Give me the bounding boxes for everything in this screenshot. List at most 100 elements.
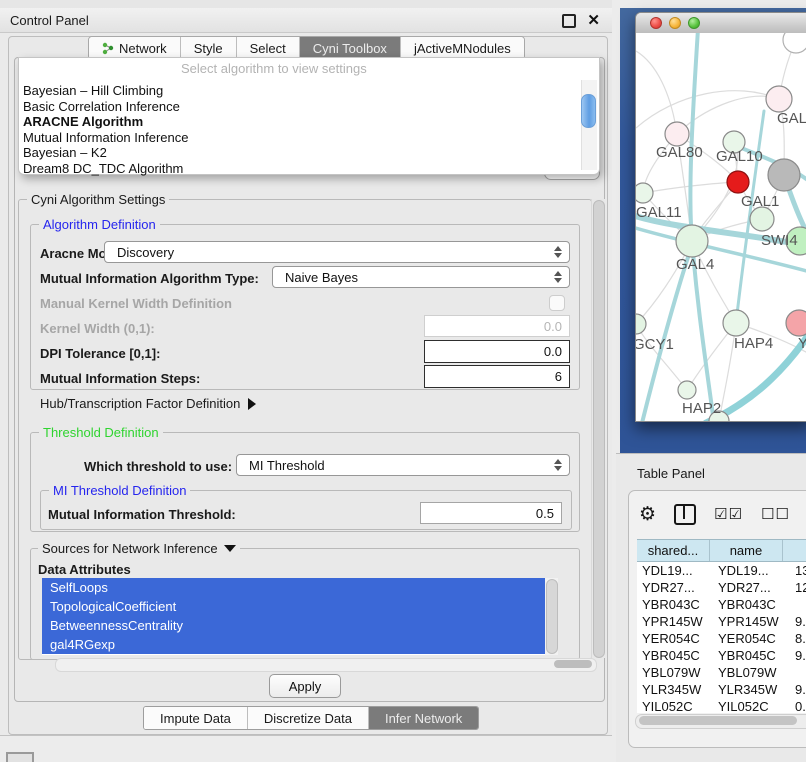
table-row[interactable]: YBL079WYBL079W [637,664,806,681]
node-gal1[interactable] [750,207,774,231]
mi-threshold-field[interactable]: 0.5 [420,502,562,524]
algorithm-option[interactable]: Dream8 DC_TDC Algorithm [23,161,579,177]
which-threshold-combo[interactable]: MI Threshold [236,454,570,476]
table-panel-title: Table Panel [637,466,705,481]
tab-impute-data[interactable]: Impute Data [144,707,248,729]
settings-vertical-scrollbar[interactable] [591,199,605,658]
settings-horizontal-scrollbar[interactable] [55,658,597,672]
algorithm-option-selected[interactable]: ARACNE Algorithm [23,114,579,130]
node-gal-pink[interactable] [766,86,792,112]
tab-infer-network[interactable]: Infer Network [369,707,478,729]
table-panel: Table Panel ⚙ ☑☑ ☐☐ shared... name YDL19… [616,453,806,762]
node-label: Y [798,335,806,352]
column-header-shared-name[interactable]: shared... [637,540,710,561]
network-window-titlebar[interactable] [636,13,806,34]
table-row[interactable]: YLR345WYLR345W9. [637,681,806,698]
node-gcy1[interactable] [636,314,646,334]
float-window-icon[interactable] [562,14,576,28]
algorithm-option[interactable]: Mutual Information Inference [23,130,579,146]
tab-network[interactable]: Network [89,37,181,59]
cyni-algorithm-settings-title: Cyni Algorithm Settings [27,192,169,207]
list-item[interactable]: gal4RGexp [42,635,545,654]
minimized-panel-icon[interactable] [6,752,34,762]
combo-stepper-icon [554,271,562,283]
control-panel-window: Control Panel ✕ Network [0,0,612,736]
node-label: HAP2 [682,400,721,417]
sources-group-title[interactable]: Sources for Network Inference [38,541,240,556]
aracne-mode-combo[interactable]: Discovery [104,241,570,263]
select-all-icon[interactable]: ☑☑ [714,505,743,523]
node-label: GAL1 [741,193,779,210]
node-y-salmon[interactable] [786,310,806,336]
apply-button[interactable]: Apply [269,674,341,698]
manual-kernel-checkbox[interactable] [549,295,565,311]
table-header: shared... name [637,539,806,562]
node-label: GAL11 [636,204,682,221]
algorithm-option[interactable]: Bayesian – K2 [23,145,579,161]
algorithm-option[interactable]: Basic Correlation Inference [23,99,579,115]
mi-type-combo[interactable]: Naive Bayes [272,266,570,288]
threshold-definition-title: Threshold Definition [39,425,163,440]
zoom-traffic-light-icon[interactable] [688,17,700,29]
node-gal80[interactable] [665,122,689,146]
node-label: GAL [777,110,806,127]
table-body[interactable]: YDL19...YDL19...13 YDR27...YDR27...12 YB… [637,562,806,713]
node-gal4[interactable] [676,225,708,257]
attributes-scrollbar[interactable] [545,578,558,655]
tab-select[interactable]: Select [237,37,300,59]
network-view-window[interactable]: GAL GAL80 GAL10 GAL11 GAL1 SWI4 GAL4 GCY… [635,12,806,422]
hub-definition-toggle[interactable]: Hub/Transcription Factor Definition [40,396,256,411]
mi-steps-label: Mutual Information Steps: [40,371,200,386]
table-row[interactable]: YPR145WYPR145W9. [637,613,806,630]
node-label: HAP4 [734,335,773,352]
kernel-width-field[interactable]: 0.0 [424,315,570,337]
dpi-tolerance-field[interactable]: 0.0 [424,340,570,363]
node-label: GAL4 [676,256,714,273]
node-gal11[interactable] [636,183,653,203]
table-row[interactable]: YBR043CYBR043C [637,596,806,613]
node-gray[interactable] [768,159,800,191]
mi-type-label: Mutual Information Algorithm Type: [40,271,259,286]
column-header-clipped[interactable] [783,540,806,561]
columns-icon[interactable] [674,504,696,525]
algorithm-option[interactable]: Bayesian – Hill Climbing [23,83,579,99]
mi-steps-field[interactable]: 6 [424,365,570,388]
minimize-traffic-light-icon[interactable] [669,17,681,29]
algorithm-definition-title: Algorithm Definition [39,217,160,232]
deselect-all-icon[interactable]: ☐☐ [761,505,790,523]
control-panel-title: Control Panel [10,13,89,28]
network-graph: GAL GAL80 GAL10 GAL11 GAL1 SWI4 GAL4 GCY… [636,33,806,421]
network-canvas[interactable]: GAL GAL80 GAL10 GAL11 GAL1 SWI4 GAL4 GCY… [636,33,806,421]
table-row[interactable]: YER054CYER054C8. [637,630,806,647]
collapse-down-icon [224,545,236,552]
column-header-name[interactable]: name [710,540,783,561]
node-unlabeled[interactable] [783,33,806,53]
list-item[interactable]: TopologicalCoefficient [42,597,545,616]
table-row[interactable]: YDR27...YDR27...12 [637,579,806,596]
table-row[interactable]: YDL19...YDL19...13 [637,562,806,579]
dropdown-scrollbar-thumb[interactable] [581,94,596,128]
data-attributes-list[interactable]: SelfLoops TopologicalCoefficient Between… [42,578,558,655]
collapse-right-icon [248,398,256,410]
table-horizontal-scrollbar[interactable] [635,714,806,729]
table-row[interactable]: YBR045CYBR045C9. [637,647,806,664]
tab-style[interactable]: Style [181,37,237,59]
node-label: SWI4 [761,232,798,249]
close-icon[interactable]: ✕ [587,11,600,29]
tab-cyni-toolbox[interactable]: Cyni Toolbox [300,37,401,59]
node-hap2[interactable] [678,381,696,399]
settings-gear-icon[interactable]: ⚙ [639,504,656,524]
tab-discretize-data[interactable]: Discretize Data [248,707,369,729]
node-label: GAL10 [716,148,763,165]
close-traffic-light-icon[interactable] [650,17,662,29]
list-item[interactable]: SelfLoops [42,578,545,597]
table-row[interactable]: YIL052CYIL052C0. [637,698,806,713]
tab-jactivemnodules[interactable]: jActiveMNodules [401,37,524,59]
node-hap4[interactable] [723,310,749,336]
table-toolbar: ⚙ ☑☑ ☐☐ [639,501,806,527]
node-red-selected[interactable] [727,171,749,193]
list-item[interactable]: BetweennessCentrality [42,616,545,635]
mi-threshold-label: Mutual Information Threshold: [48,507,236,522]
combo-stepper-icon [554,459,562,471]
combo-stepper-icon [554,246,562,258]
